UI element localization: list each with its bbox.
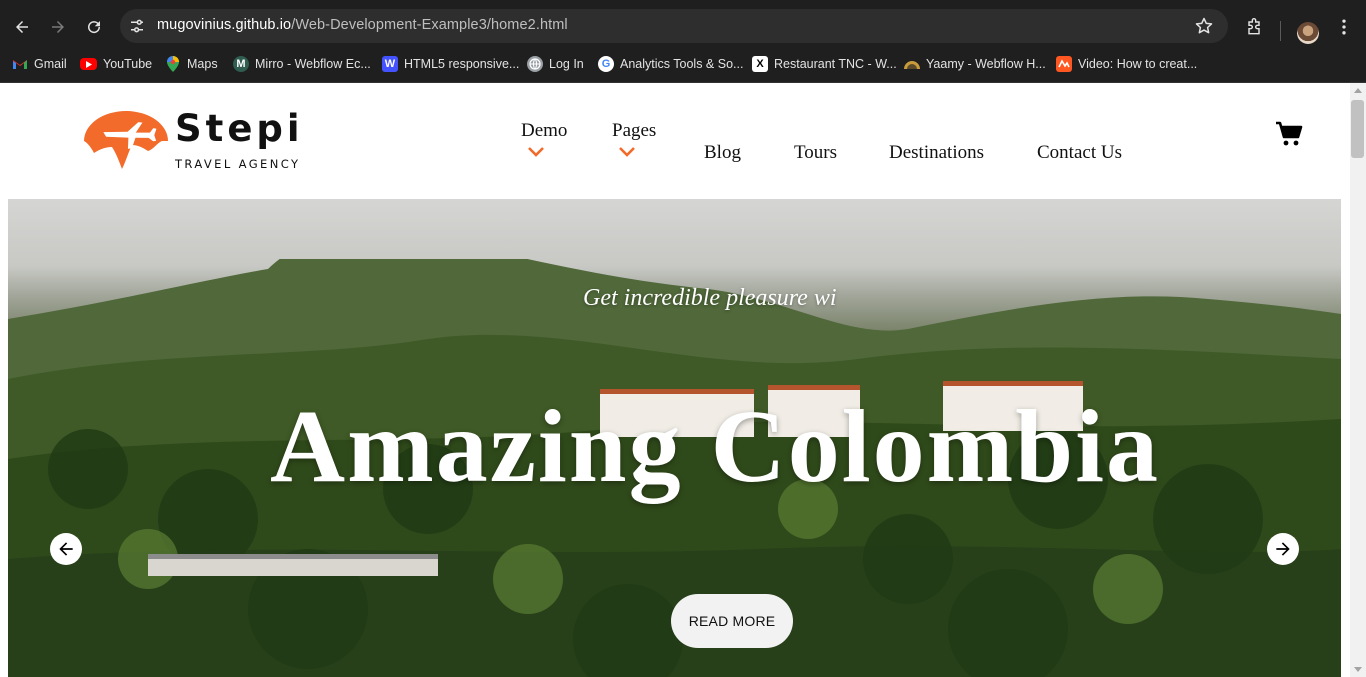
page-scrollbar[interactable] bbox=[1350, 83, 1366, 677]
scroll-up-icon[interactable] bbox=[1354, 88, 1362, 93]
bookmark-video[interactable]: Video: How to creat... bbox=[1056, 54, 1197, 74]
hero-slider: Get incredible pleasure wi Amazing Colom… bbox=[8, 199, 1341, 677]
bookmark-restaurant[interactable]: X Restaurant TNC - W... bbox=[752, 54, 897, 74]
url-host: mugovinius.github.io bbox=[157, 17, 292, 33]
browser-menu-button[interactable] bbox=[1331, 14, 1357, 40]
umbrella-plane-logo-icon bbox=[84, 111, 168, 169]
reload-icon bbox=[88, 21, 101, 34]
bookmark-label: Analytics Tools & So... bbox=[620, 57, 744, 71]
gmail-icon bbox=[12, 56, 28, 72]
nav-contact[interactable]: Contact Us bbox=[1037, 142, 1122, 164]
forward-button[interactable] bbox=[45, 14, 71, 40]
arrow-back-icon bbox=[16, 21, 28, 33]
bookmark-mirro[interactable]: M Mirro - Webflow Ec... bbox=[233, 54, 371, 74]
profile-avatar[interactable] bbox=[1297, 22, 1319, 44]
bookmark-label: Yaamy - Webflow H... bbox=[926, 57, 1046, 71]
globe-icon bbox=[527, 56, 543, 72]
bookmark-label: Log In bbox=[549, 57, 584, 71]
x-icon: X bbox=[752, 56, 768, 72]
scroll-down-icon[interactable] bbox=[1354, 667, 1362, 672]
brand-name: Stepi bbox=[175, 107, 304, 150]
bookmark-label: HTML5 responsive... bbox=[404, 57, 520, 71]
bookmark-maps[interactable]: Maps bbox=[165, 54, 218, 74]
shopping-cart-icon[interactable] bbox=[1275, 121, 1303, 147]
youtube-icon bbox=[80, 58, 97, 70]
nav-tours[interactable]: Tours bbox=[794, 142, 837, 164]
bookmark-html5[interactable]: W HTML5 responsive... bbox=[382, 54, 519, 74]
brand-tagline: TRAVEL AGENCY bbox=[175, 157, 301, 171]
site-logo[interactable]: Stepi TRAVEL AGENCY bbox=[82, 107, 312, 175]
hero-title: Amazing Colombia bbox=[270, 389, 1160, 504]
web-page: Stepi TRAVEL AGENCY Demo Pages Blog Tour… bbox=[0, 83, 1350, 677]
bookmark-analytics[interactable]: G Analytics Tools & So... bbox=[598, 54, 743, 74]
house-image bbox=[148, 554, 438, 576]
scrollbar-thumb[interactable] bbox=[1351, 100, 1364, 158]
w-icon: W bbox=[382, 56, 398, 72]
url-path: /Web-Development-Example3/home2.html bbox=[291, 17, 568, 33]
reload-button[interactable] bbox=[81, 14, 107, 40]
tab-strip bbox=[0, 0, 1366, 8]
google-icon: G bbox=[598, 56, 614, 72]
kebab-menu-icon bbox=[1342, 19, 1346, 35]
hero-subtitle: Get incredible pleasure wi bbox=[583, 285, 837, 311]
video-icon bbox=[1056, 56, 1072, 72]
yaamy-icon bbox=[904, 56, 920, 72]
bookmark-gmail[interactable]: Gmail bbox=[12, 54, 67, 74]
bookmark-login[interactable]: Log In bbox=[527, 54, 584, 74]
bookmark-label: Video: How to creat... bbox=[1078, 57, 1198, 71]
mirro-icon: M bbox=[233, 56, 249, 72]
read-more-button[interactable]: READ MORE bbox=[671, 594, 793, 648]
bookmark-star-icon[interactable] bbox=[1194, 16, 1214, 36]
puzzle-icon bbox=[1248, 18, 1260, 35]
arrow-left-icon bbox=[59, 542, 73, 556]
arrow-right-icon bbox=[1276, 542, 1290, 556]
nav-destinations[interactable]: Destinations bbox=[889, 142, 984, 164]
browser-toolbar: mugovinius.github.io/Web-Development-Exa… bbox=[0, 8, 1366, 45]
chevron-down-icon[interactable] bbox=[528, 147, 544, 157]
nav-pages[interactable]: Pages bbox=[612, 120, 656, 142]
slider-prev-button[interactable] bbox=[50, 533, 82, 565]
bookmark-label: Mirro - Webflow Ec... bbox=[255, 57, 371, 71]
bookmark-label: Restaurant TNC - W... bbox=[774, 57, 897, 71]
bookmarks-bar: Gmail YouTube Maps M Mirro - Webflow Ec.… bbox=[0, 45, 1366, 83]
chevron-down-icon[interactable] bbox=[619, 147, 635, 157]
bookmark-youtube[interactable]: YouTube bbox=[80, 54, 152, 74]
nav-demo[interactable]: Demo bbox=[521, 120, 567, 142]
address-bar[interactable]: mugovinius.github.io/Web-Development-Exa… bbox=[120, 9, 1228, 43]
nav-blog[interactable]: Blog bbox=[704, 142, 741, 164]
bookmark-label: Maps bbox=[187, 57, 218, 71]
bookmark-label: YouTube bbox=[103, 57, 153, 71]
bookmark-label: Gmail bbox=[34, 57, 67, 71]
maps-icon bbox=[165, 56, 181, 72]
back-button[interactable] bbox=[9, 14, 35, 40]
slider-next-button[interactable] bbox=[1267, 533, 1299, 565]
url-text: mugovinius.github.io/Web-Development-Exa… bbox=[157, 17, 568, 33]
site-info-icon[interactable] bbox=[128, 17, 146, 35]
arrow-forward-icon bbox=[52, 21, 64, 33]
bookmark-yaamy[interactable]: Yaamy - Webflow H... bbox=[904, 54, 1046, 74]
toolbar-divider bbox=[1280, 21, 1281, 41]
extensions-button[interactable] bbox=[1241, 14, 1267, 40]
